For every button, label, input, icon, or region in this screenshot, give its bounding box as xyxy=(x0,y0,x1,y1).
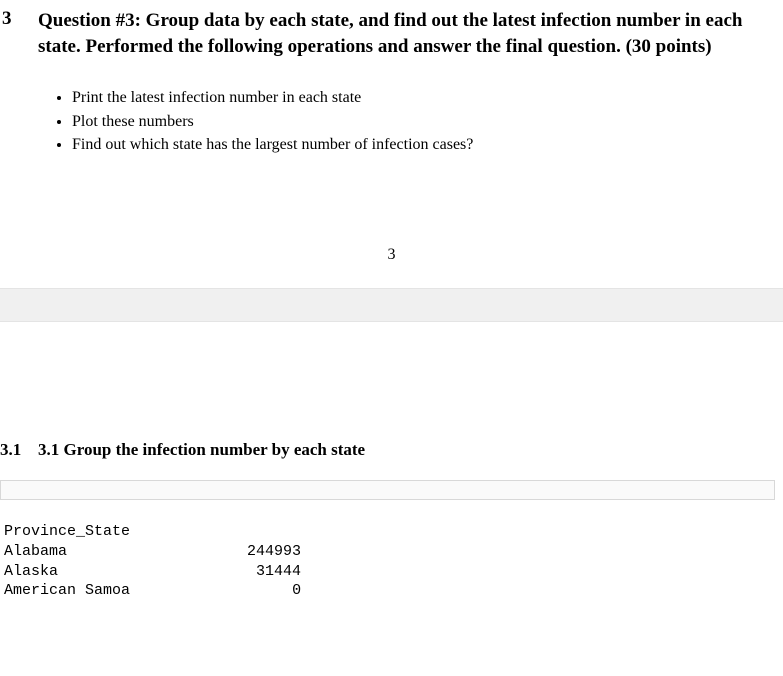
subsection-header: 3.1 3.1 Group the infection number by ea… xyxy=(0,440,783,460)
code-output: Province_State Alabama 244993 Alaska 314… xyxy=(4,522,783,601)
output-header: Province_State xyxy=(4,523,130,540)
code-cell-empty[interactable] xyxy=(0,480,775,500)
subsection-number: 3.1 xyxy=(0,440,38,460)
list-item: Print the latest infection number in eac… xyxy=(72,87,783,109)
page-number: 3 xyxy=(0,246,783,264)
page-divider xyxy=(0,288,783,322)
output-row: Alaska 31444 xyxy=(4,563,301,580)
section-title: Question #3: Group data by each state, a… xyxy=(38,8,783,59)
output-row: American Samoa 0 xyxy=(4,582,301,599)
section-number: 3 xyxy=(0,8,38,30)
list-item: Plot these numbers xyxy=(72,111,783,133)
bullet-list: Print the latest infection number in eac… xyxy=(72,87,783,156)
output-row: Alabama 244993 xyxy=(4,543,301,560)
subsection-title: 3.1 Group the infection number by each s… xyxy=(38,440,365,460)
list-item: Find out which state has the largest num… xyxy=(72,134,783,156)
section-header: 3 Question #3: Group data by each state,… xyxy=(0,0,783,59)
